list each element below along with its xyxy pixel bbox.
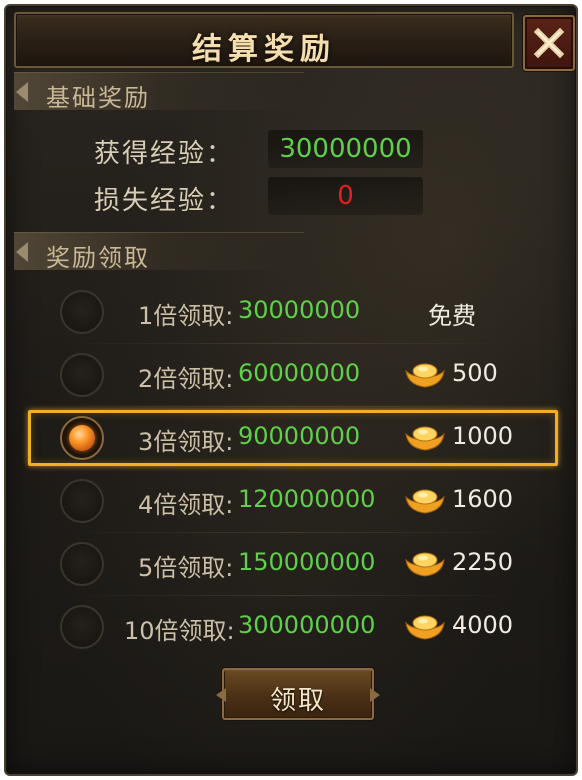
radio-dot-icon <box>69 425 95 451</box>
option-amount: 90000000 <box>238 422 361 450</box>
gained-exp-value: 30000000 <box>279 134 412 164</box>
option-cost: 4000 <box>452 611 514 639</box>
option-label: 3倍领取: <box>138 428 234 456</box>
button-right-ornament-icon <box>370 688 380 702</box>
radio-button[interactable] <box>60 605 104 649</box>
option-cost: 1000 <box>452 422 514 450</box>
section-title-basic-reward: 基础奖励 <box>46 84 150 112</box>
option-cost: 1600 <box>452 485 514 513</box>
section-title-reward-claim: 奖励领取 <box>46 244 150 272</box>
section-header-reward-claim: 奖励领取 <box>14 232 304 272</box>
section-header-basic-reward: 基础奖励 <box>14 72 304 112</box>
title-bar: 结算奖励 <box>14 12 514 68</box>
option-label: 1倍领取: <box>138 302 234 330</box>
close-x-icon <box>533 27 565 59</box>
option-amount: 150000000 <box>238 548 376 576</box>
radio-button[interactable] <box>60 353 104 397</box>
row-divider <box>68 532 518 533</box>
option-amount: 300000000 <box>238 611 376 639</box>
option-cost: 2250 <box>452 548 514 576</box>
option-amount: 30000000 <box>238 296 361 324</box>
row-divider <box>68 406 518 407</box>
close-button[interactable] <box>523 15 575 71</box>
row-divider <box>68 343 518 344</box>
option-cost-free: 免费 <box>428 302 476 330</box>
gold-ingot-icon <box>405 615 445 640</box>
option-cost: 500 <box>452 359 498 387</box>
option-label: 10倍领取: <box>124 617 235 645</box>
gold-ingot-icon <box>405 363 445 388</box>
lost-exp-value-box: 0 <box>268 177 423 215</box>
option-label: 2倍领取: <box>138 365 234 393</box>
option-amount: 120000000 <box>238 485 376 513</box>
section-arrow-icon <box>16 82 28 102</box>
radio-button-selected[interactable] <box>60 416 104 460</box>
reward-option-5x[interactable]: 5倍领取: 150000000 2250 <box>28 536 558 596</box>
reward-option-10x[interactable]: 10倍领取: 300000000 4000 <box>28 599 558 655</box>
window-title: 结算奖励 <box>192 32 336 67</box>
lost-exp-label: 损失经验： <box>94 186 235 216</box>
reward-option-2x[interactable]: 2倍领取: 60000000 500 <box>28 347 558 407</box>
option-label: 5倍领取: <box>138 554 234 582</box>
option-amount: 60000000 <box>238 359 361 387</box>
gold-ingot-icon <box>405 426 445 451</box>
gained-exp-value-box: 30000000 <box>268 130 423 168</box>
gold-ingot-icon <box>405 489 445 514</box>
radio-button[interactable] <box>60 290 104 334</box>
settlement-reward-panel: 结算奖励 基础奖励 获得经验： 30000000 损失经验： 0 奖励领取 1倍… <box>4 4 578 776</box>
reward-option-3x-selected[interactable]: 3倍领取: 90000000 1000 <box>28 410 558 466</box>
row-divider <box>68 595 518 596</box>
lost-exp-value: 0 <box>337 181 354 211</box>
radio-button[interactable] <box>60 479 104 523</box>
claim-button-label: 领取 <box>269 686 326 716</box>
gold-ingot-icon <box>405 552 445 577</box>
option-label: 4倍领取: <box>138 491 234 519</box>
radio-button[interactable] <box>60 542 104 586</box>
section-arrow-icon <box>16 242 28 262</box>
claim-button[interactable]: 领取 <box>216 668 380 720</box>
gained-exp-label: 获得经验： <box>94 139 235 169</box>
reward-option-4x[interactable]: 4倍领取: 120000000 1600 <box>28 473 558 533</box>
reward-option-1x[interactable]: 1倍领取: 30000000 免费 <box>28 284 558 344</box>
